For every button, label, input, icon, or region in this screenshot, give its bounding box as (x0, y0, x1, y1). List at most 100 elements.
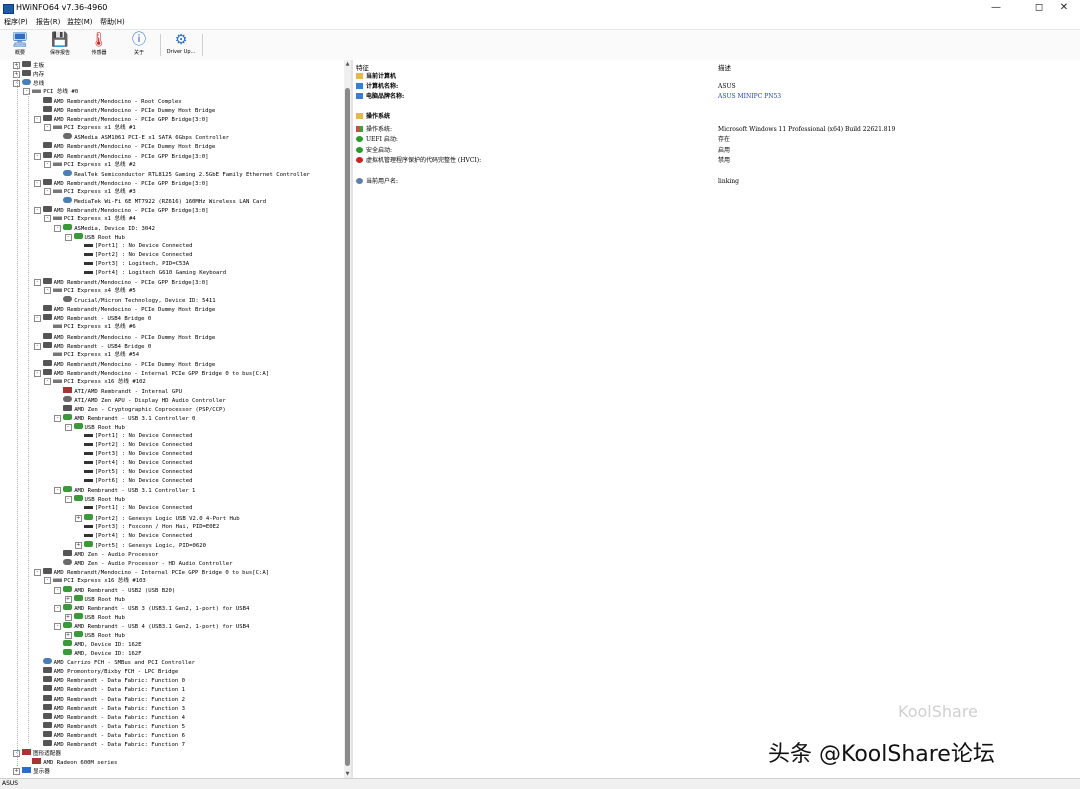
tree-item[interactable]: RealTek Semiconductor RTL8125 Gaming 2.5… (54, 169, 310, 179)
tree-item[interactable]: [Port4] : No Device Connected (75, 459, 192, 468)
tree-item[interactable]: AMD Rembrandt - Data Fabric: Function 6 (34, 730, 185, 740)
tree-item[interactable]: AMD Rembrandt/Mendocino - PCIe Dummy Hos… (34, 359, 215, 369)
tree-item[interactable]: - AMD Rembrandt - USB 3.1 Controller 0 (54, 413, 195, 423)
collapse-icon[interactable]: - (64, 233, 72, 241)
tree-item[interactable]: AMD Rembrandt/Mendocino - PCIe Dummy Hos… (34, 305, 215, 314)
scrollbar-thumb[interactable] (345, 88, 350, 766)
tree-item[interactable]: AMD Rembrandt - Data Fabric: Function 0 (34, 676, 185, 685)
tree-item[interactable]: - USB Root Hub (64, 495, 125, 504)
tree-item[interactable]: AMD Rembrandt - Data Fabric: Function 1 (34, 685, 185, 694)
collapse-icon[interactable]: - (33, 179, 41, 187)
tree-item[interactable]: - AMD Rembrandt/Mendocino - Internal PCIe… (33, 368, 269, 378)
summary-button[interactable]: 🖥 概要 (3, 32, 37, 59)
tree-item[interactable]: [Port3] : No Device Connected (75, 450, 192, 459)
tree-item[interactable]: PCI Express x1 总线 #6 (44, 323, 136, 332)
tree-item[interactable]: - 图形适配器 (13, 748, 61, 758)
feature-value[interactable]: ASUS MINIPC PN53 (718, 92, 781, 102)
tree-item[interactable]: ATI/AMD Zen APU - Display HD Audio Contr… (54, 395, 226, 405)
feature-row[interactable]: 计算机名称: (356, 82, 398, 92)
expand-icon[interactable]: + (74, 541, 82, 549)
tree-scrollbar[interactable]: ▲ ▼ (344, 60, 351, 778)
tree-item[interactable]: - AMD Rembrandt/Mendocino - PCIe GPP Brid… (33, 115, 209, 124)
feature-row[interactable]: 当前用户名: (356, 177, 398, 187)
tree-item[interactable]: [Port5] : No Device Connected (75, 468, 192, 477)
tree-item[interactable]: - AMD Rembrandt - USB2 (USB B20) (54, 585, 175, 595)
feature-row[interactable]: 安全启动: (356, 146, 392, 156)
tree-item[interactable]: [Port1] : No Device Connected (75, 242, 192, 251)
tree-item[interactable]: - PCI Express x1 总线 #4 (43, 214, 136, 224)
tree-item[interactable]: AMD Zen - Cryptographic Coprocessor (PSP… (54, 404, 226, 414)
tree-item[interactable]: AMD, Device ID: 162F (54, 649, 142, 658)
tree-item[interactable]: ASMedia ASM1061 PCI-E x1 SATA 6Gbps Cont… (54, 133, 229, 142)
collapse-icon[interactable]: - (54, 623, 62, 631)
tree-item[interactable]: [Port4] : No Device Connected (75, 532, 192, 541)
tree-item[interactable]: [Port6] : No Device Connected (75, 477, 192, 486)
collapse-icon[interactable]: - (33, 279, 41, 287)
device-tree[interactable]: + 主板 + 内存 - 总线 - PCI 总线 #0 AMD Rembrandt/Mendoci… (0, 60, 344, 778)
tree-item[interactable]: - AMD Rembrandt/Mendocino - PCIe GPP Brid… (33, 278, 209, 287)
expand-icon[interactable]: + (64, 632, 72, 640)
tree-item[interactable]: - PCI 总线 #0 (23, 88, 78, 97)
tree-item[interactable]: AMD Carrizo FCH - SMBus and PCI Controll… (34, 658, 195, 667)
tree-item[interactable]: AMD Rembrandt - Data Fabric: Function 2 (34, 694, 185, 704)
collapse-icon[interactable]: - (33, 152, 41, 160)
tree-item[interactable]: [Port2] : No Device Connected (75, 251, 192, 260)
tree-item[interactable]: AMD Rembrandt - Data Fabric: Function 3 (34, 703, 185, 713)
collapse-icon[interactable]: - (33, 568, 41, 576)
collapse-icon[interactable]: - (43, 287, 51, 295)
tree-item[interactable]: + USB Root Hub (64, 613, 125, 622)
tree-item[interactable]: - AMD Rembrandt - USB4 Bridge 0 (33, 314, 151, 323)
tree-item[interactable]: AMD, Device ID: 162E (54, 640, 142, 649)
feature-row[interactable]: 虚拟机管理程序保护的代码完整性 (HVCI): (356, 156, 481, 166)
tree-item[interactable]: AMD Rembrandt/Mendocino - PCIe Dummy Hos… (34, 106, 215, 115)
tree-item[interactable]: [Port4] : Logitech G610 Gaming Keyboard (75, 269, 226, 278)
tree-item[interactable]: AMD Rembrandt - Data Fabric: Function 7 (34, 739, 185, 749)
tree-item[interactable]: - PCI Express x16 总线 #102 (43, 377, 146, 387)
tree-item[interactable]: - AMD Rembrandt - USB 3.1 Controller 1 (54, 486, 195, 495)
collapse-icon[interactable]: - (43, 124, 51, 132)
collapse-icon[interactable]: - (43, 160, 51, 168)
tree-item[interactable]: AMD Rembrandt - Data Fabric: Function 5 (34, 721, 185, 731)
feature-row[interactable]: 操作系统: (356, 125, 392, 135)
collapse-icon[interactable]: - (43, 214, 51, 222)
tree-item[interactable]: [Port3] : Foxconn / Hon Hai, PID=E0E2 (75, 523, 219, 532)
sensors-button[interactable]: 🌡 传感器 (82, 32, 116, 59)
tree-item[interactable]: - AMD Rembrandt/Mendocino - PCIe GPP Brid… (33, 151, 209, 161)
menu-help[interactable]: 帮助(H) (100, 16, 125, 29)
feature-row[interactable]: 操作系统 (356, 112, 390, 122)
menu-monitor[interactable]: 监控(M) (67, 16, 93, 29)
tree-item[interactable]: AMD Rembrandt - Data Fabric: Function 4 (34, 712, 185, 722)
tree-item[interactable]: + [Port5] : Genesys Logic, PID=0620 (74, 540, 206, 550)
feature-row[interactable]: 当前计算机 (356, 72, 396, 82)
collapse-icon[interactable]: - (33, 315, 41, 323)
tree-item[interactable]: AMD Radeon 600M series (23, 757, 117, 767)
about-button[interactable]: ⓘ 关于 (122, 32, 156, 59)
collapse-icon[interactable]: - (64, 496, 72, 504)
expand-icon[interactable]: + (64, 614, 72, 622)
tree-item[interactable]: + USB Root Hub (64, 594, 125, 604)
tree-item[interactable]: - USB Root Hub (64, 232, 125, 242)
collapse-icon[interactable]: - (54, 224, 62, 232)
feature-row[interactable]: 电脑品牌名称: (356, 92, 404, 102)
expand-icon[interactable]: + (13, 767, 20, 775)
minimize-button[interactable]: — (980, 0, 1012, 16)
tree-item[interactable]: [Port1] : No Device Connected (75, 432, 192, 441)
expand-icon[interactable]: + (74, 514, 82, 522)
tree-item[interactable]: - PCI Express x16 总线 #103 (43, 576, 146, 586)
column-header-feature[interactable]: 特征 (356, 62, 369, 72)
tree-item[interactable]: AMD Rembrandt/Mendocino - PCIe Dummy Hos… (34, 332, 215, 342)
menu-program[interactable]: 程序(P) (4, 16, 28, 29)
driver-update-button[interactable]: ⚙ Driver Up... (164, 32, 198, 59)
collapse-icon[interactable]: - (33, 342, 41, 350)
save-report-button[interactable]: 💾 保存报告 (43, 32, 77, 59)
tree-item[interactable]: + USB Root Hub (64, 631, 125, 640)
tree-item[interactable]: - ASMedia, Device ID: 3042 (54, 223, 155, 233)
tree-item[interactable]: Crucial/Micron Technology, Device ID: 54… (54, 296, 216, 305)
expand-icon[interactable]: + (64, 595, 72, 603)
tree-item[interactable]: ATI/AMD Rembrandt - Internal GPU (54, 386, 182, 396)
collapse-icon[interactable]: - (33, 206, 41, 214)
close-button[interactable]: ✕ (1048, 0, 1080, 16)
feature-row[interactable]: UEFI 启动: (356, 135, 398, 145)
tree-item[interactable]: - AMD Rembrandt/Mendocino - PCIe GPP Brid… (33, 205, 209, 215)
tree-item[interactable]: AMD Zen - Audio Processor (54, 549, 158, 559)
